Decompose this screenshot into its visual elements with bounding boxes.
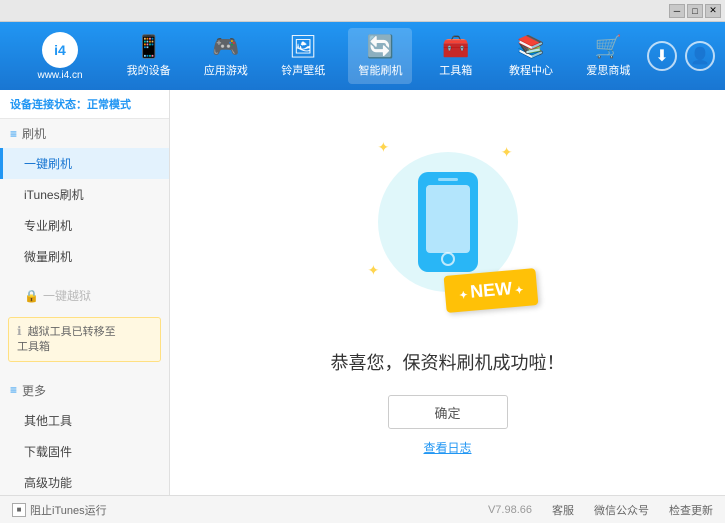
nav-label-smart-flash: 智能刷机	[358, 62, 402, 78]
group-flash-label: 刷机	[22, 125, 46, 142]
notice-icon: ℹ	[17, 324, 22, 338]
sidebar-item-save-flash[interactable]: 微量刷机	[0, 241, 169, 272]
advanced-label: 高级功能	[24, 476, 72, 490]
success-illustration: ✦ ✦ ✦ NEW	[348, 129, 548, 329]
group-more-icon: ≡	[10, 383, 17, 397]
nav-icon-my-device: 📱	[135, 34, 162, 60]
sidebar-item-itunes-flash[interactable]: iTunes刷机	[0, 179, 169, 210]
nav-item-wallpaper[interactable]: 🖼 铃声壁纸	[271, 28, 335, 84]
nav-icon-tutorials: 📚	[517, 34, 544, 60]
phone-speaker	[438, 178, 458, 181]
notice-text: 越狱工具已转移至 工具箱	[17, 326, 116, 353]
confirm-btn-label: 确定	[434, 403, 460, 422]
nav-icon-mall: 🛒	[595, 34, 622, 60]
logo-text: i4	[54, 42, 66, 58]
top-navigation: i4 www.i4.cn 📱 我的设备 🎮 应用游戏 🖼 铃声壁纸 🔄 智能刷机…	[0, 22, 725, 90]
phone-screen	[426, 185, 470, 253]
stop-itunes-label: 阻止iTunes运行	[30, 502, 107, 518]
logo-area: i4 www.i4.cn	[10, 32, 110, 81]
check-update-link[interactable]: 检查更新	[669, 502, 713, 518]
success-message: 恭喜您，保资料刷机成功啦！	[331, 349, 565, 375]
nav-item-toolbox[interactable]: 🧰 工具箱	[426, 28, 486, 84]
save-flash-label: 微量刷机	[24, 250, 72, 264]
nav-icon-toolbox: 🧰	[442, 34, 469, 60]
group-flash-icon: ≡	[10, 127, 17, 141]
maximize-button[interactable]: □	[687, 4, 703, 18]
nav-item-tutorials[interactable]: 📚 教程中心	[499, 28, 563, 84]
wechat-public-link[interactable]: 微信公众号	[594, 502, 649, 518]
nav-item-my-device[interactable]: 📱 我的设备	[117, 28, 181, 84]
status-label: 设备连接状态：	[10, 99, 87, 111]
nav-icon-smart-flash: 🔄	[367, 34, 394, 60]
minimize-button[interactable]: ─	[669, 4, 685, 18]
sidebar-item-download-firmware[interactable]: 下载固件	[0, 436, 169, 467]
bottom-bar-right: V7.98.66 客服 微信公众号 检查更新	[488, 502, 713, 518]
sidebar: 设备连接状态：正常模式 ≡ 刷机 一键刷机 iTunes刷机 专业刷机 微量刷机	[0, 90, 170, 495]
itunes-flash-label: iTunes刷机	[24, 188, 84, 202]
customer-service-link[interactable]: 客服	[552, 502, 574, 518]
new-badge: NEW	[444, 268, 539, 313]
nav-label-mall: 爱思商城	[586, 62, 630, 78]
sparkle-top-right: ✦	[501, 144, 513, 161]
phone-body	[418, 172, 478, 272]
sidebar-item-other-tools[interactable]: 其他工具	[0, 405, 169, 436]
connection-status: 设备连接状态：正常模式	[0, 90, 169, 119]
sidebar-item-pro-flash[interactable]: 专业刷机	[0, 210, 169, 241]
confirm-button[interactable]: 确定	[388, 395, 508, 429]
logo-icon: i4	[42, 32, 78, 68]
nav-icon-apps-games: 🎮	[212, 34, 239, 60]
section-jailbreak: 🔒 一键越狱 ℹ 越狱工具已转移至 工具箱	[0, 280, 169, 368]
sparkle-top-left: ✦	[378, 139, 390, 156]
group-flash[interactable]: ≡ 刷机	[0, 119, 169, 148]
content-area: ✦ ✦ ✦ NEW 恭喜您，保资料刷机成功啦！ 确定 查看日志	[170, 90, 725, 495]
nav-item-smart-flash[interactable]: 🔄 智能刷机	[348, 28, 412, 84]
nav-icon-wallpaper: 🖼	[289, 34, 317, 60]
sparkle-bottom-left: ✦	[368, 262, 380, 279]
group-more[interactable]: ≡ 更多	[0, 376, 169, 405]
close-button[interactable]: ✕	[705, 4, 721, 18]
group-jailbreak: 🔒 一键越狱	[0, 280, 169, 311]
skip-link[interactable]: 查看日志	[423, 439, 471, 456]
other-tools-label: 其他工具	[24, 414, 72, 428]
jailbreak-label: 一键越狱	[43, 287, 91, 304]
bottom-bar-left: ■ 阻止iTunes运行	[12, 502, 107, 518]
pro-flash-label: 专业刷机	[24, 219, 72, 233]
title-bar: ─ □ ✕	[0, 0, 725, 22]
one-click-flash-label: 一键刷机	[24, 157, 72, 171]
jailbreak-notice: ℹ 越狱工具已转移至 工具箱	[8, 317, 161, 362]
logo-subtext: www.i4.cn	[37, 70, 82, 81]
nav-item-apps-games[interactable]: 🎮 应用游戏	[194, 28, 258, 84]
sidebar-item-one-click-flash[interactable]: 一键刷机	[0, 148, 169, 179]
download-firmware-label: 下载固件	[24, 445, 72, 459]
user-button[interactable]: 👤	[685, 41, 715, 71]
status-value: 正常模式	[87, 99, 131, 111]
stop-icon: ■	[12, 503, 26, 517]
section-flash: ≡ 刷机 一键刷机 iTunes刷机 专业刷机 微量刷机	[0, 119, 169, 272]
group-more-label: 更多	[22, 382, 46, 399]
nav-label-apps-games: 应用游戏	[204, 62, 248, 78]
nav-label-wallpaper: 铃声壁纸	[281, 62, 325, 78]
nav-label-tutorials: 教程中心	[509, 62, 553, 78]
stop-itunes-button[interactable]: ■ 阻止iTunes运行	[12, 502, 107, 518]
nav-right-buttons: ⬇ 👤	[647, 41, 715, 71]
phone-home-button	[441, 252, 455, 266]
download-button[interactable]: ⬇	[647, 41, 677, 71]
window-controls[interactable]: ─ □ ✕	[669, 4, 721, 18]
section-more: ≡ 更多 其他工具 下载固件 高级功能	[0, 376, 169, 495]
version-label: V7.98.66	[488, 504, 532, 516]
lock-icon: 🔒	[24, 289, 39, 303]
nav-item-mall[interactable]: 🛒 爱思商城	[576, 28, 640, 84]
nav-label-my-device: 我的设备	[127, 62, 171, 78]
nav-items: 📱 我的设备 🎮 应用游戏 🖼 铃声壁纸 🔄 智能刷机 🧰 工具箱 📚 教程中心…	[110, 28, 647, 84]
sidebar-item-advanced[interactable]: 高级功能	[0, 467, 169, 495]
nav-label-toolbox: 工具箱	[439, 62, 472, 78]
main-layout: 设备连接状态：正常模式 ≡ 刷机 一键刷机 iTunes刷机 专业刷机 微量刷机	[0, 90, 725, 495]
bottom-bar: ■ 阻止iTunes运行 V7.98.66 客服 微信公众号 检查更新	[0, 495, 725, 523]
